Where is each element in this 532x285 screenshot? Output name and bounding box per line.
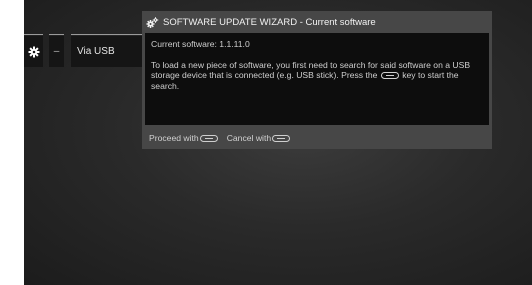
submenu-placeholder[interactable]: – — [49, 36, 64, 67]
cancel-label: Cancel with — [226, 133, 272, 143]
proceed-label: Proceed with — [149, 133, 199, 143]
exit-key-icon[interactable] — [272, 134, 291, 142]
software-update-dialog: SOFTWARE UPDATE WIZARD - Current softwar… — [142, 11, 492, 149]
dialog-title-bar: SOFTWARE UPDATE WIZARD - Current softwar… — [142, 11, 492, 33]
menu-divider — [24, 34, 43, 35]
gears-icon — [146, 16, 159, 28]
current-software-text: Current software: 1.1.11.0 — [151, 39, 250, 49]
dialog-footer: Proceed with Cancel with — [149, 131, 291, 145]
ok-key-icon — [380, 72, 399, 80]
menu-item-label: Via USB — [77, 46, 115, 57]
tv-screen: – Via USB SOFTWARE UPDATE WIZARD - Curre… — [24, 0, 532, 285]
menu-divider — [49, 34, 64, 35]
ok-key-icon[interactable] — [199, 134, 218, 142]
settings-menu-tab[interactable] — [24, 36, 43, 67]
dialog-body: Current software: 1.1.11.0 To load a new… — [145, 33, 489, 125]
gear-icon — [28, 46, 40, 58]
dialog-title: SOFTWARE UPDATE WIZARD - Current softwar… — [163, 16, 376, 28]
instructions-text: To load a new piece of software, you fir… — [151, 60, 483, 92]
